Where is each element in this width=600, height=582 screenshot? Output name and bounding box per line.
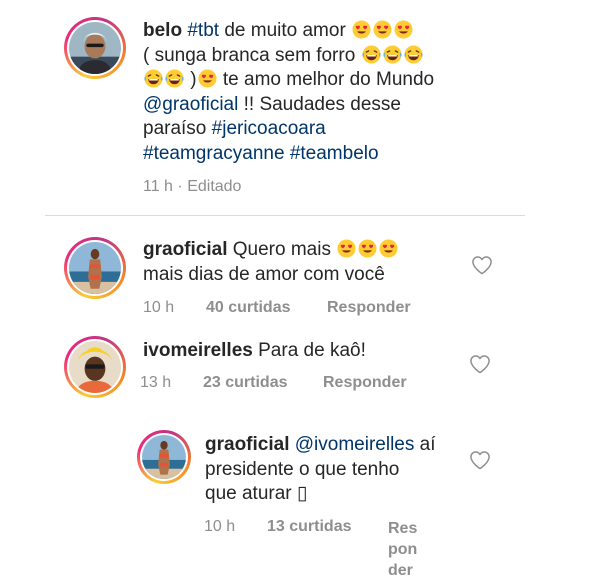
comment-likes[interactable]: 23 curtidas [203,374,287,392]
comment-time: 10 h [143,299,175,316]
comment-text-a: Quero mais [232,239,331,260]
hashtag-tbt[interactable]: #tbt [187,20,219,41]
avatar-ivomeirelles[interactable] [64,336,126,398]
laughing-emoji-icon [144,69,163,88]
likes-count: 13 curtidas [267,518,352,535]
reply-label: Responder [327,299,411,316]
hashtag-teamgracyanne[interactable]: #teamgracyanne [143,143,285,164]
comment-text-b: mais dias de amor com você [143,263,385,285]
comment-graoficial-text: graoficial Quero mais mais dias de amor … [143,238,473,287]
reply-text-c: que aturar [205,483,292,504]
avatar-graoficial-image [69,242,121,294]
caption-text-6: paraíso [143,118,207,139]
comment-username[interactable]: ivomeirelles [143,340,253,361]
laughing-emoji-icon [362,45,381,64]
reply-button[interactable]: Res pon der [388,518,417,581]
avatar-belo-image [69,22,121,74]
caption-time: 11 h [143,178,173,195]
caption-text-2: ( sunga branca sem forro [143,44,356,66]
caption-separator: · [177,178,183,195]
reply-label: Responder [323,374,407,391]
missing-glyph: ▯ [296,483,308,504]
reply-username[interactable]: graoficial [205,434,289,455]
avatar-graoficial[interactable] [64,237,126,299]
avatar-graoficial-reply[interactable] [137,430,191,484]
caption-username[interactable]: belo [143,20,182,41]
avatar-ivomeirelles-image [69,341,121,393]
reply-meta: 10 h [204,518,235,536]
heart-eyes-emoji-icon [373,20,392,39]
comment-likes[interactable]: 40 curtidas [206,299,290,317]
laughing-emoji-icon [383,45,402,64]
like-heart-icon[interactable] [469,450,491,470]
reply-time: 10 h [204,518,236,535]
comment-meta: 13 h [140,374,171,392]
caption-text-4: te amo melhor do Mundo [222,69,435,90]
like-heart-icon[interactable] [469,354,491,374]
reply-label-part: pon [388,541,418,558]
laughing-emoji-icon [404,45,423,64]
divider [45,215,525,216]
caption-text: belo #tbt de muito amor ( sunga branca s… [143,19,583,166]
laughing-emoji-icon [165,69,184,88]
comment-username[interactable]: graoficial [143,239,227,260]
heart-eyes-emoji-icon [358,239,377,258]
hashtag-teambelo[interactable]: #teambelo [290,143,379,164]
reply-button[interactable]: Responder [327,299,411,317]
caption-text-3: ) [190,69,197,90]
reply-likes[interactable]: 13 curtidas [267,518,351,536]
reply-label-part: der [388,562,413,579]
comment-time: 13 h [140,374,172,391]
hashtag-jericoacoara[interactable]: #jericoacoara [212,118,326,139]
mention-graoficial[interactable]: @graoficial [143,94,238,115]
caption-edited: Editado [187,178,242,195]
reply-label-part: Res [388,520,418,537]
heart-eyes-emoji-icon [379,239,398,258]
avatar-belo[interactable] [64,17,126,79]
likes-count: 40 curtidas [206,299,291,316]
reply-text: graoficial @ivomeirelles aí presidente o… [205,433,455,507]
comment-text: Para de kaô! [258,340,366,361]
mention-ivomeirelles[interactable]: @ivomeirelles [295,434,415,455]
comment-meta: 10 h [143,299,174,317]
caption-text-5: !! Saudades desse [243,93,401,115]
heart-eyes-emoji-icon [352,20,371,39]
like-heart-icon[interactable] [471,255,493,275]
reply-button[interactable]: Responder [323,374,407,392]
reply-text-a: aí [419,434,436,455]
caption-meta: 11 h · Editado [143,178,241,196]
likes-count: 23 curtidas [203,374,288,391]
avatar-graoficial-reply-image [142,435,186,479]
reply-text-b: presidente o que tenho [205,458,400,480]
heart-eyes-emoji-icon [337,239,356,258]
heart-eyes-emoji-icon [198,69,217,88]
comment-ivomeirelles-text: ivomeirelles Para de kaô! [143,339,463,364]
caption-text-1: de muito amor [224,20,346,41]
heart-eyes-emoji-icon [394,20,413,39]
